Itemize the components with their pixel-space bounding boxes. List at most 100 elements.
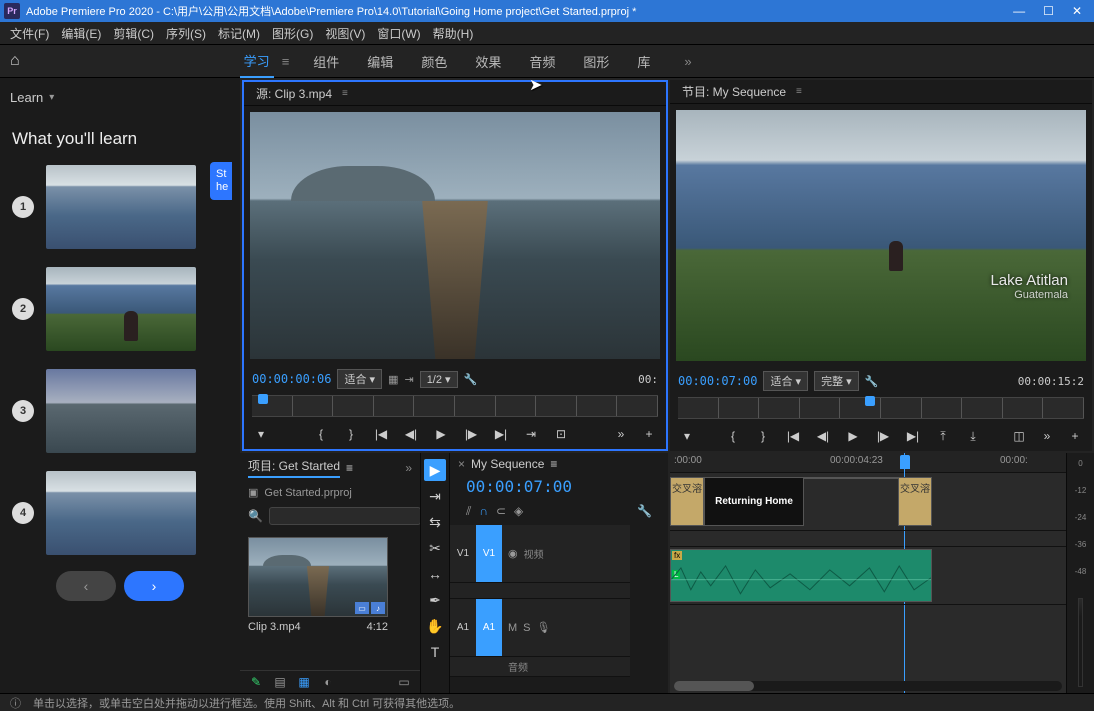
panel-menu-icon[interactable]: ≡	[346, 461, 353, 475]
workspace-learn[interactable]: 学习	[240, 45, 274, 78]
video-clip[interactable]	[804, 477, 898, 479]
source-playhead[interactable]	[258, 394, 268, 404]
track-header-a1[interactable]: A1 A1 M S 🎙	[450, 599, 630, 657]
panel-menu-icon[interactable]: ≡	[550, 457, 557, 471]
type-tool[interactable]: T	[424, 641, 446, 663]
timeline-ruler[interactable]: :00:00 00:00:04:23 00:00:	[670, 453, 1066, 473]
button-editor[interactable]: +	[638, 425, 660, 443]
hand-tool[interactable]: ✋	[424, 615, 446, 637]
workspace-libraries[interactable]: 库	[633, 46, 654, 77]
title-clip[interactable]: Returning Home	[704, 477, 804, 526]
close-button[interactable]: ✕	[1072, 4, 1082, 18]
nest-toggle[interactable]: ⫽	[466, 504, 471, 519]
goto-out-button[interactable]: ▶|	[902, 427, 924, 445]
workspace-graphics[interactable]: 图形	[579, 46, 613, 77]
safe-margins-icon[interactable]: ▦	[388, 373, 398, 386]
insert-button[interactable]: ⇥	[520, 425, 542, 443]
program-viewport[interactable]: Lake Atitlan Guatemala	[676, 110, 1086, 361]
panel-menu-icon[interactable]: ≡	[342, 88, 348, 99]
timeline-zoom-scrollbar[interactable]	[674, 681, 1062, 691]
ripple-edit-tool[interactable]: ⇆	[424, 511, 446, 533]
add-marker-button[interactable]: ▾	[676, 427, 698, 445]
track-header-v1[interactable]: V1 V1 ◉ 视频	[450, 525, 630, 583]
list-view-icon[interactable]: ✎	[248, 675, 264, 689]
mark-out-button[interactable]: }	[340, 425, 362, 443]
learn-next-button[interactable]: ›	[124, 571, 184, 601]
learn-item-1[interactable]: 1	[12, 165, 228, 249]
video-track-lane[interactable]: 交叉溶 Returning Home 交叉溶	[670, 473, 1066, 531]
snap-toggle[interactable]: ∩	[479, 504, 488, 519]
menu-graphics[interactable]: 图形(G)	[268, 23, 317, 44]
close-tab-icon[interactable]: ×	[458, 457, 465, 471]
program-tab[interactable]: 节目: My Sequence	[678, 80, 790, 103]
timeline-tab[interactable]: My Sequence	[471, 457, 544, 471]
step-forward-button[interactable]: |▶	[872, 427, 894, 445]
audio-track-lane[interactable]: fx L	[670, 547, 1066, 605]
transition-clip[interactable]: 交叉溶	[670, 477, 704, 526]
menu-sequence[interactable]: 序列(S)	[162, 23, 210, 44]
more-button[interactable]: »	[610, 425, 632, 443]
marker-toggle[interactable]: ◈	[514, 504, 523, 519]
mark-out-button[interactable]: }	[752, 427, 774, 445]
panel-menu-icon[interactable]: ≡	[796, 86, 802, 97]
menu-help[interactable]: 帮助(H)	[429, 23, 478, 44]
program-zoom-select[interactable]: 适合 ▾	[763, 371, 808, 391]
learn-item-4[interactable]: 4	[12, 471, 228, 555]
bin-thumbnail[interactable]: ▭♪	[248, 537, 388, 617]
razor-tool[interactable]: ✂	[424, 537, 446, 559]
extract-button[interactable]: ⤓	[962, 427, 984, 445]
track-target-v1[interactable]: V1	[476, 525, 502, 582]
menu-clip[interactable]: 剪辑(C)	[109, 23, 158, 44]
timeline-playhead-head[interactable]	[900, 455, 910, 469]
bin-item[interactable]: ▭♪ Clip 3.mp4 4:12	[248, 537, 412, 633]
export-frame-button[interactable]: ◫	[1008, 427, 1030, 445]
voice-over-button[interactable]: 🎙	[537, 621, 551, 634]
source-resolution-select[interactable]: 1/2 ▾	[420, 371, 458, 388]
menu-window[interactable]: 窗口(W)	[373, 23, 424, 44]
project-tab[interactable]: 项目: Get Started	[248, 457, 340, 478]
workspace-audio[interactable]: 音频	[525, 46, 559, 77]
freeform-view-icon[interactable]: ▦	[296, 675, 312, 689]
track-output-toggle[interactable]: ◉	[508, 547, 518, 560]
step-back-button[interactable]: ◀|	[400, 425, 422, 443]
source-tab[interactable]: 源: Clip 3.mp4	[252, 82, 336, 105]
source-viewport[interactable]	[250, 112, 660, 359]
program-timecode-in[interactable]: 00:00:07:00	[678, 374, 757, 388]
timeline-timecode[interactable]: 00:00:07:00	[450, 475, 668, 502]
workspace-assembly[interactable]: 组件	[309, 46, 343, 77]
workspace-color[interactable]: 颜色	[417, 46, 451, 77]
workspace-editing[interactable]: 编辑	[363, 46, 397, 77]
learn-side-tab[interactable]: St he	[210, 162, 232, 200]
home-icon[interactable]: ⌂	[10, 52, 20, 70]
menu-file[interactable]: 文件(F)	[6, 23, 53, 44]
goto-out-button[interactable]: ▶|	[490, 425, 512, 443]
program-quality-select[interactable]: 完整 ▾	[814, 371, 859, 391]
program-playhead[interactable]	[865, 396, 875, 406]
settings-icon[interactable]: 🔧	[637, 504, 652, 519]
menu-marker[interactable]: 标记(M)	[214, 23, 264, 44]
maximize-button[interactable]: ☐	[1043, 4, 1054, 18]
source-scrubber[interactable]	[252, 395, 658, 417]
track-select-tool[interactable]: ⇥	[424, 485, 446, 507]
source-zoom-select[interactable]: 适合 ▾	[337, 369, 382, 389]
step-forward-button[interactable]: |▶	[460, 425, 482, 443]
mark-in-button[interactable]: {	[722, 427, 744, 445]
icon-view-icon[interactable]: ▤	[272, 675, 288, 689]
button-editor[interactable]: +	[1064, 427, 1086, 445]
play-button[interactable]: ▶	[430, 425, 452, 443]
add-marker-button[interactable]: ▾	[250, 425, 272, 443]
step-back-button[interactable]: ◀|	[812, 427, 834, 445]
learn-prev-button[interactable]: ‹	[56, 571, 116, 601]
more-button[interactable]: »	[1036, 427, 1058, 445]
project-search-input[interactable]	[269, 507, 421, 525]
minimize-button[interactable]: —	[1013, 4, 1025, 18]
solo-button[interactable]: S	[523, 622, 530, 634]
source-timecode-in[interactable]: 00:00:00:06	[252, 372, 331, 386]
settings-icon[interactable]: 🔧	[464, 373, 478, 386]
learn-item-3[interactable]: 3	[12, 369, 228, 453]
overwrite-button[interactable]: ⊡	[550, 425, 572, 443]
new-bin-icon[interactable]: ▭	[396, 675, 412, 689]
learn-item-2[interactable]: 2	[12, 267, 228, 351]
lift-button[interactable]: ⤒	[932, 427, 954, 445]
transition-clip[interactable]: 交叉溶	[898, 477, 932, 526]
